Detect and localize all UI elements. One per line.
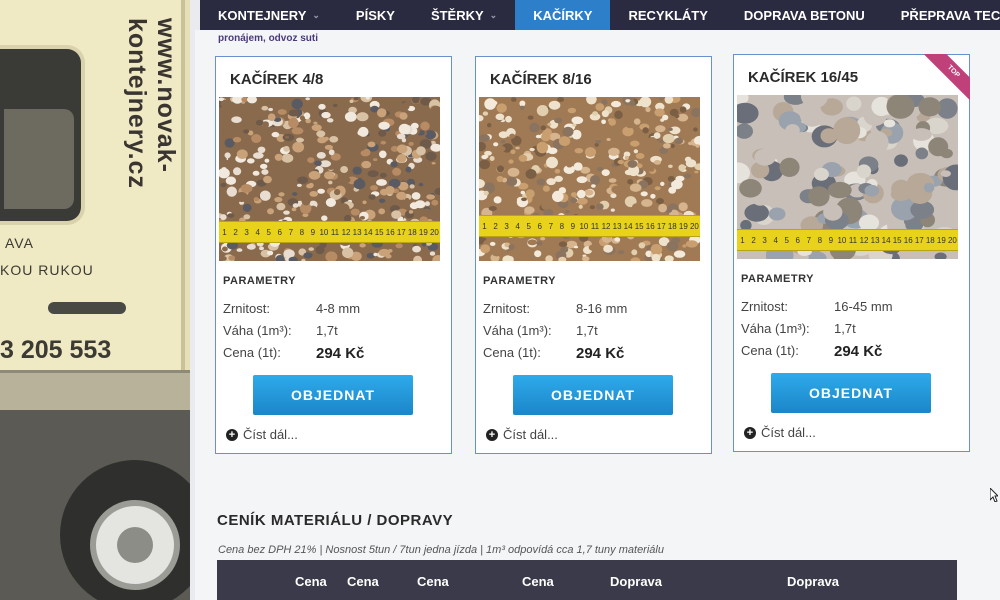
table-header-cell: Doprava [610, 574, 663, 589]
measuring-tape: 1 2 3 4 5 6 7 8 9 10 11 12 13 14 15 16 17 18 19 20 [219, 221, 440, 243]
pricing-title: CENÍK MATERIÁLU / DOPRAVY [217, 512, 454, 529]
params-heading: PARAMETRY [223, 275, 296, 287]
price-value: 294 Kč [316, 345, 365, 362]
param-value: 4-8 mm [316, 301, 361, 316]
product-card: KAČÍREK 16/45 1 2 3 4 5 6 7 8 9 10 11 12 13 14 15 16 17 18… [733, 54, 970, 452]
nav-item-label: Přeprava technik [900, 7, 1000, 23]
param-label: Váha (1m³): [223, 323, 292, 338]
param-grain: Zrnitost: 4-8 mm [223, 301, 443, 316]
table-header-cell: Cena [347, 574, 379, 589]
nav-item-label: Kontejnery [218, 7, 307, 23]
order-button[interactable]: OBJEDNAT [771, 373, 931, 413]
param-label: Zrnitost: [483, 301, 530, 316]
product-card: KAČÍREK 8/16 1 2 3 4 5 6 7 8 9 10 11 12 13 14 15 16 17 18 1… [475, 56, 712, 454]
product-image[interactable]: 1 2 3 4 5 6 7 8 9 10 11 12 13 14 15 16 17 18 19 20 [737, 95, 958, 259]
nav-item-0[interactable]: Kontejnery ⌄ [200, 0, 338, 30]
read-more-link[interactable]: + Číst dál... [226, 427, 298, 442]
background-truck-photo: www.novak-kontejnery.cz AVA KOU RUKOU 3 … [0, 0, 190, 600]
product-title[interactable]: KAČÍREK 4/8 [216, 71, 451, 88]
chevron-down-icon: ⌄ [312, 9, 320, 20]
param-price: Cena (1t): 294 Kč [223, 345, 443, 362]
plus-circle-icon: + [226, 428, 238, 441]
pricing-note: Cena bez DPH 21% | Nosnost 5tun / 7tun j… [218, 544, 664, 556]
nav-item-2[interactable]: Štěrky ⌄ [413, 0, 515, 30]
params-heading: PARAMETRY [483, 275, 556, 287]
plus-circle-icon: + [486, 428, 498, 441]
table-header-cell: Cena [522, 574, 554, 589]
truck-text-line2: KOU RUKOU [0, 262, 94, 278]
table-header-cell: Cena [417, 574, 449, 589]
pricing-table-header: Cena Cena Cena Cena Doprava Doprava [217, 560, 957, 600]
truck-phone-text: 3 205 553 [0, 336, 112, 364]
plus-circle-icon: + [744, 426, 756, 439]
price-value: 294 Kč [834, 343, 883, 360]
nav-item-6[interactable]: Přeprava technik [883, 0, 1000, 30]
order-button[interactable]: OBJEDNAT [253, 375, 413, 415]
nav-item-5[interactable]: Doprava betonu [726, 0, 883, 30]
param-value: 16-45 mm [834, 299, 893, 314]
nav-item-label: Štěrky [430, 7, 484, 23]
measuring-tape: 1 2 3 4 5 6 7 8 9 10 11 12 13 14 15 16 17 18 19 20 [737, 229, 958, 251]
nav-item-label: Písky [355, 7, 395, 23]
param-price: Cena (1t): 294 Kč [741, 343, 961, 360]
param-weight: Váha (1m³): 1,7t [741, 321, 961, 336]
truck-wheel-center [117, 527, 153, 563]
product-image[interactable]: 1 2 3 4 5 6 7 8 9 10 11 12 13 14 15 16 17 18 19 20 [219, 97, 440, 261]
param-label: Cena (1t): [741, 343, 799, 358]
nav-subline: pronájem, odvoz suti [218, 33, 319, 44]
param-label: Zrnitost: [223, 301, 270, 316]
nav-item-1[interactable]: Písky [338, 0, 413, 30]
param-value: 8-16 mm [576, 301, 628, 316]
table-header-cell: Cena [295, 574, 327, 589]
nav-item-label: Doprava betonu [743, 7, 865, 23]
top-badge: TOP [924, 54, 970, 100]
param-weight: Váha (1m³): 1,7t [483, 323, 703, 338]
order-button[interactable]: OBJEDNAT [513, 375, 673, 415]
read-more-link[interactable]: + Číst dál... [744, 425, 816, 440]
param-value: 1,7t [834, 321, 856, 336]
params-heading: PARAMETRY [741, 273, 814, 285]
param-label: Váha (1m³): [741, 321, 810, 336]
truck-window [0, 45, 85, 225]
param-grain: Zrnitost: 8-16 mm [483, 301, 703, 316]
read-more-label: Číst dál... [761, 425, 816, 440]
truck-text-line1: AVA [5, 235, 34, 251]
param-label: Váha (1m³): [483, 323, 552, 338]
truck-url-text: www.novak-kontejnery.cz [123, 18, 180, 189]
nav-item-label: Kačírky [533, 7, 593, 23]
main-content: pronájem, odvoz suti KAČÍREK 4/8 1 2 3 4 5 6 7 8… [195, 30, 1000, 600]
truck-door-handle [48, 302, 126, 314]
param-label: Cena (1t): [223, 345, 281, 360]
param-price: Cena (1t): 294 Kč [483, 345, 703, 362]
param-label: Zrnitost: [741, 299, 788, 314]
product-card: KAČÍREK 4/8 1 2 3 4 5 6 7 8 9 10 11 12 13 14 15 16 17 18 19… [215, 56, 452, 454]
read-more-label: Číst dál... [503, 427, 558, 442]
price-value: 294 Kč [576, 345, 625, 362]
product-image[interactable]: 1 2 3 4 5 6 7 8 9 10 11 12 13 14 15 16 17 18 19 20 [479, 97, 700, 261]
param-weight: Váha (1m³): 1,7t [223, 323, 443, 338]
measuring-tape: 1 2 3 4 5 6 7 8 9 10 11 12 13 14 15 16 17 18 19 20 [479, 215, 700, 237]
product-title[interactable]: KAČÍREK 8/16 [476, 71, 711, 88]
read-more-label: Číst dál... [243, 427, 298, 442]
mouse-cursor-icon [990, 488, 998, 502]
param-label: Cena (1t): [483, 345, 541, 360]
read-more-link[interactable]: + Číst dál... [486, 427, 558, 442]
param-value: 1,7t [316, 323, 338, 338]
table-header-cell: Doprava [787, 574, 840, 589]
nav-item-label: Recykláty [628, 7, 708, 23]
top-badge-label: TOP [924, 54, 970, 100]
main-nav: Kontejnery ⌄ Písky Štěrky ⌄ Kačírky Recykláty D… [200, 0, 1000, 30]
nav-item-3[interactable]: Kačírky [515, 0, 611, 30]
chevron-down-icon: ⌄ [489, 9, 498, 20]
nav-item-4[interactable]: Recykláty [610, 0, 725, 30]
param-grain: Zrnitost: 16-45 mm [741, 299, 961, 314]
param-value: 1,7t [576, 323, 598, 338]
